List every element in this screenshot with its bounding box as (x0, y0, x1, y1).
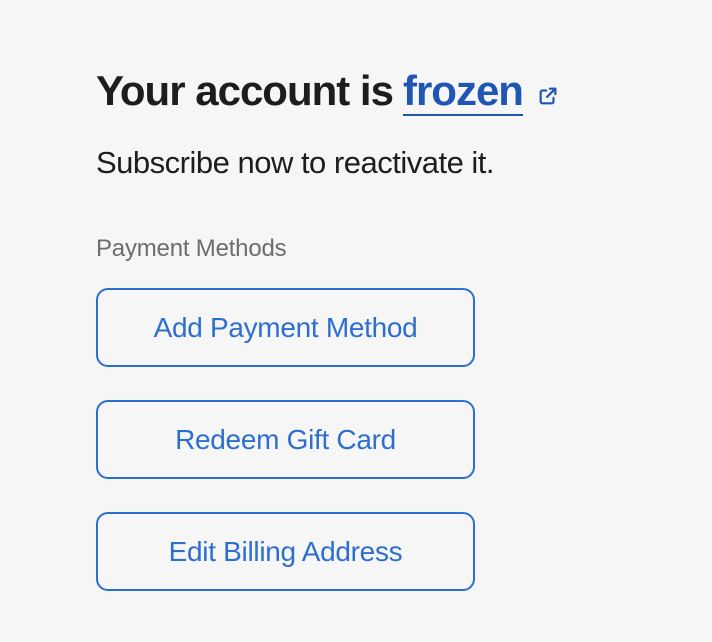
payment-methods-actions: Add Payment Method Redeem Gift Card Edit… (96, 288, 616, 592)
account-status-panel: Your account is frozen Subscribe now to … (96, 70, 616, 592)
title-row: Your account is frozen (96, 70, 616, 122)
frozen-link[interactable]: frozen (402, 70, 524, 116)
external-link-icon[interactable] (537, 85, 559, 107)
page-title: Your account is (96, 67, 394, 114)
add-payment-method-button[interactable]: Add Payment Method (96, 288, 475, 368)
redeem-gift-card-button[interactable]: Redeem Gift Card (96, 400, 475, 480)
edit-billing-address-button[interactable]: Edit Billing Address (96, 512, 475, 592)
payment-methods-heading: Payment Methods (96, 235, 287, 263)
subtitle: Subscribe now to reactivate it. (96, 145, 495, 180)
